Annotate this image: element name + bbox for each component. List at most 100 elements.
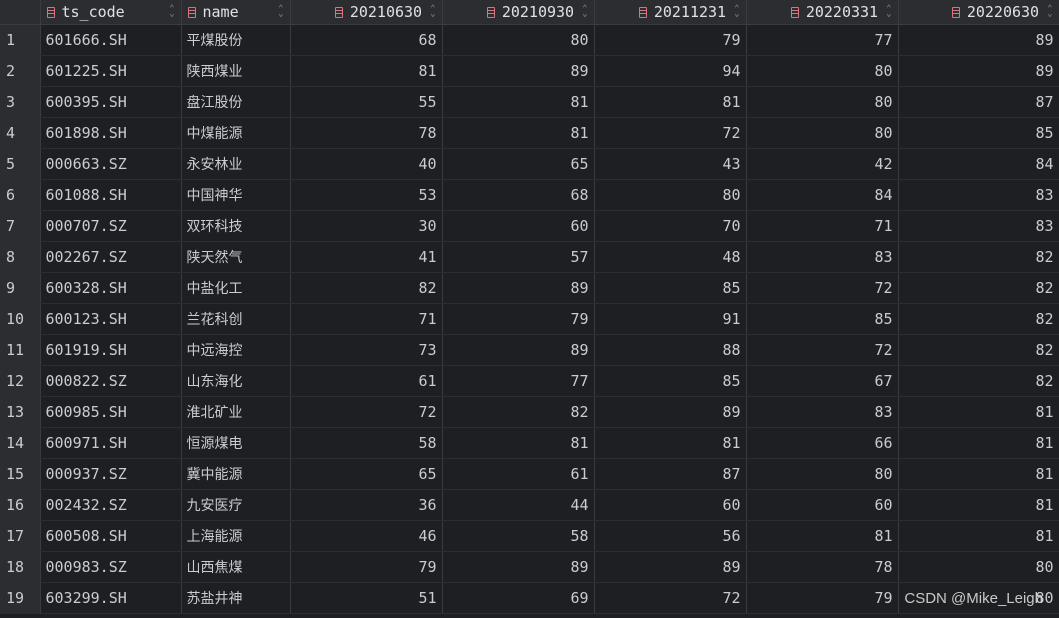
cell-20220630[interactable]: 80 (898, 551, 1059, 583)
cell-20220630[interactable]: 83 (898, 179, 1059, 211)
cell-20220331[interactable]: 80 (746, 55, 899, 87)
table-row[interactable]: 2 601225.SH 陕西煤业 81 89 94 80 89 (0, 55, 1059, 87)
table-row[interactable]: 15 000937.SZ 冀中能源 65 61 87 80 81 (0, 458, 1059, 490)
cell-20210630[interactable]: 30 (290, 210, 443, 242)
cell-20220331[interactable]: 77 (746, 24, 899, 56)
cell-ts-code[interactable]: 000983.SZ (40, 551, 182, 583)
row-number[interactable]: 12 (0, 365, 41, 397)
cell-name[interactable]: 恒源煤电 (181, 427, 291, 459)
cell-ts-code[interactable]: 601088.SH (40, 179, 182, 211)
cell-20210630[interactable]: 40 (290, 148, 443, 180)
table-row[interactable]: 8 002267.SZ 陕天然气 41 57 48 83 82 (0, 241, 1059, 273)
cell-20210630[interactable]: 73 (290, 334, 443, 366)
cell-20211231[interactable]: 80 (594, 179, 747, 211)
cell-20210630[interactable]: 78 (290, 117, 443, 149)
row-number[interactable]: 8 (0, 241, 41, 273)
row-number[interactable]: 16 (0, 489, 41, 521)
row-number[interactable]: 15 (0, 458, 41, 490)
sort-toggle-icon[interactable]: ⌃ ⌄ (734, 5, 739, 19)
cell-ts-code[interactable]: 000822.SZ (40, 365, 182, 397)
cell-ts-code[interactable]: 600395.SH (40, 86, 182, 118)
cell-20210930[interactable]: 89 (442, 334, 595, 366)
row-number[interactable]: 6 (0, 179, 41, 211)
sort-toggle-icon[interactable]: ⌃ ⌄ (582, 5, 587, 19)
row-number[interactable]: 11 (0, 334, 41, 366)
cell-name[interactable]: 山东海化 (181, 365, 291, 397)
cell-ts-code[interactable]: 603299.SH (40, 582, 182, 614)
row-number[interactable]: 5 (0, 148, 41, 180)
cell-20211231[interactable]: 88 (594, 334, 747, 366)
cell-20220331[interactable]: 71 (746, 210, 899, 242)
cell-20211231[interactable]: 60 (594, 489, 747, 521)
cell-20220630[interactable]: 81 (898, 520, 1059, 552)
table-row[interactable]: 19 603299.SH 苏盐井神 51 69 72 79 80 (0, 582, 1059, 614)
cell-20211231[interactable]: 81 (594, 427, 747, 459)
cell-20210630[interactable]: 41 (290, 241, 443, 273)
cell-ts-code[interactable]: 600508.SH (40, 520, 182, 552)
row-number[interactable]: 19 (0, 582, 41, 614)
row-number[interactable]: 9 (0, 272, 41, 304)
cell-20210930[interactable]: 60 (442, 210, 595, 242)
cell-20220331[interactable]: 84 (746, 179, 899, 211)
cell-ts-code[interactable]: 000707.SZ (40, 210, 182, 242)
table-row[interactable]: 17 600508.SH 上海能源 46 58 56 81 81 (0, 520, 1059, 552)
cell-20210930[interactable]: 89 (442, 55, 595, 87)
cell-20220331[interactable]: 78 (746, 551, 899, 583)
row-number[interactable]: 3 (0, 86, 41, 118)
cell-20211231[interactable]: 72 (594, 117, 747, 149)
cell-20210630[interactable]: 68 (290, 24, 443, 56)
cell-20220630[interactable]: 82 (898, 241, 1059, 273)
cell-20220630[interactable]: 82 (898, 334, 1059, 366)
cell-20220630[interactable]: 81 (898, 396, 1059, 428)
cell-20210930[interactable]: 68 (442, 179, 595, 211)
cell-20220630[interactable]: 81 (898, 489, 1059, 521)
sort-toggle-icon[interactable]: ⌃ ⌄ (430, 5, 435, 19)
cell-20211231[interactable]: 43 (594, 148, 747, 180)
cell-20220331[interactable]: 83 (746, 241, 899, 273)
cell-20210630[interactable]: 58 (290, 427, 443, 459)
cell-20210630[interactable]: 46 (290, 520, 443, 552)
column-header-name[interactable]: name ⌃ ⌄ (181, 0, 291, 25)
cell-20210630[interactable]: 65 (290, 458, 443, 490)
cell-20220630[interactable]: 87 (898, 86, 1059, 118)
cell-20220331[interactable]: 85 (746, 303, 899, 335)
cell-20210930[interactable]: 81 (442, 117, 595, 149)
cell-name[interactable]: 陕天然气 (181, 241, 291, 273)
cell-20210930[interactable]: 61 (442, 458, 595, 490)
cell-name[interactable]: 苏盐井神 (181, 582, 291, 614)
table-row[interactable]: 3 600395.SH 盘江股份 55 81 81 80 87 (0, 86, 1059, 118)
table-row[interactable]: 5 000663.SZ 永安林业 40 65 43 42 84 (0, 148, 1059, 180)
table-row[interactable]: 11 601919.SH 中远海控 73 89 88 72 82 (0, 334, 1059, 366)
cell-20220630[interactable]: 89 (898, 55, 1059, 87)
column-header-20211231[interactable]: 20211231 ⌃ ⌄ (594, 0, 747, 25)
cell-20210930[interactable]: 65 (442, 148, 595, 180)
cell-20220331[interactable]: 66 (746, 427, 899, 459)
cell-20211231[interactable]: 85 (594, 365, 747, 397)
cell-20210930[interactable]: 79 (442, 303, 595, 335)
cell-20220331[interactable]: 81 (746, 520, 899, 552)
cell-ts-code[interactable]: 600971.SH (40, 427, 182, 459)
cell-20220331[interactable]: 80 (746, 86, 899, 118)
cell-20220630[interactable]: 84 (898, 148, 1059, 180)
row-number[interactable]: 4 (0, 117, 41, 149)
cell-20211231[interactable]: 87 (594, 458, 747, 490)
cell-ts-code[interactable]: 600985.SH (40, 396, 182, 428)
cell-20220331[interactable]: 42 (746, 148, 899, 180)
cell-ts-code[interactable]: 601898.SH (40, 117, 182, 149)
cell-20211231[interactable]: 89 (594, 551, 747, 583)
cell-name[interactable]: 永安林业 (181, 148, 291, 180)
cell-20210930[interactable]: 77 (442, 365, 595, 397)
cell-name[interactable]: 淮北矿业 (181, 396, 291, 428)
row-number[interactable]: 2 (0, 55, 41, 87)
cell-20210630[interactable]: 51 (290, 582, 443, 614)
cell-ts-code[interactable]: 600328.SH (40, 272, 182, 304)
cell-20220630[interactable]: 82 (898, 303, 1059, 335)
cell-20220331[interactable]: 67 (746, 365, 899, 397)
cell-20220630[interactable]: 81 (898, 458, 1059, 490)
table-row[interactable]: 16 002432.SZ 九安医疗 36 44 60 60 81 (0, 489, 1059, 521)
cell-name[interactable]: 冀中能源 (181, 458, 291, 490)
cell-20220331[interactable]: 72 (746, 334, 899, 366)
cell-20220331[interactable]: 83 (746, 396, 899, 428)
cell-20220331[interactable]: 80 (746, 458, 899, 490)
cell-20220630[interactable]: 80 (898, 582, 1059, 614)
